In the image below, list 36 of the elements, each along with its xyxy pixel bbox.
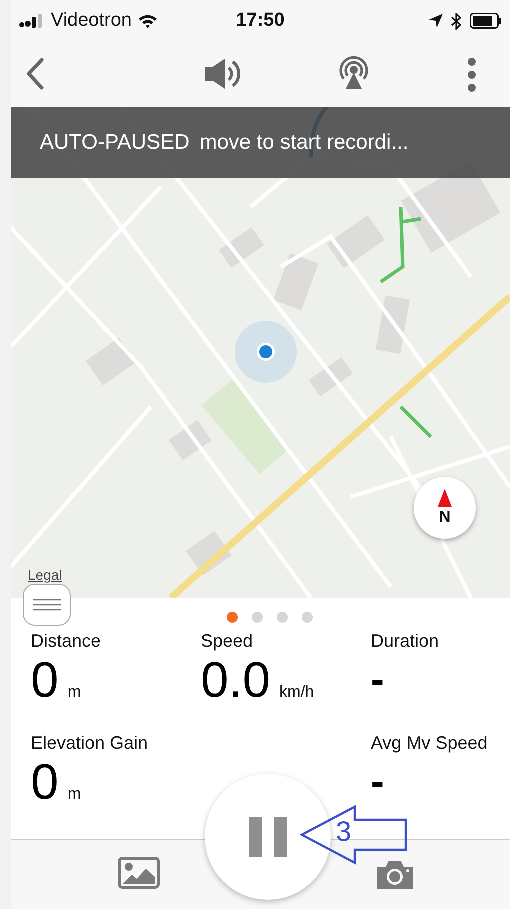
menu-handle-button[interactable]: [23, 584, 71, 626]
page-dot[interactable]: [276, 612, 288, 623]
back-icon[interactable]: [25, 57, 45, 91]
image-icon[interactable]: [118, 857, 160, 889]
camera-icon[interactable]: [375, 860, 415, 890]
stat-value: 0: [31, 754, 59, 810]
stat-label: Distance: [31, 631, 102, 652]
stat-value: -: [371, 759, 384, 806]
carrier-name: Videotron: [51, 10, 132, 32]
page-dot[interactable]: [302, 612, 312, 623]
menu-icon: [33, 599, 61, 611]
banner-status: AUTO-PAUSED: [40, 130, 190, 154]
page-dot[interactable]: [226, 612, 238, 623]
stat-value: -: [371, 657, 384, 704]
stat-unit: m: [68, 684, 82, 702]
more-icon[interactable]: [467, 57, 477, 93]
status-time: 17:50: [236, 10, 285, 32]
stat-value: 0: [31, 652, 59, 708]
legal-link[interactable]: Legal: [28, 567, 62, 583]
page-dot[interactable]: [252, 612, 262, 623]
bluetooth-icon: [450, 12, 462, 30]
wifi-icon: [138, 14, 158, 28]
stat-label: Avg Mv Speed: [371, 733, 489, 754]
stat-value: 0.0: [201, 652, 271, 708]
stat-label: Speed: [201, 631, 254, 652]
stat-unit: m: [68, 786, 82, 804]
north-arrow-icon: [438, 489, 452, 507]
stat-label: Elevation Gain: [31, 733, 150, 754]
location-arrow-icon: [428, 14, 443, 28]
pause-icon: [249, 817, 287, 857]
stat-label: Duration: [371, 631, 440, 652]
signal-icon: [19, 14, 45, 28]
battery-icon: [470, 13, 502, 29]
stat-unit: km/h: [280, 684, 314, 702]
annotation-label: 3: [336, 815, 352, 849]
banner-message: move to start recordi...: [200, 130, 409, 154]
